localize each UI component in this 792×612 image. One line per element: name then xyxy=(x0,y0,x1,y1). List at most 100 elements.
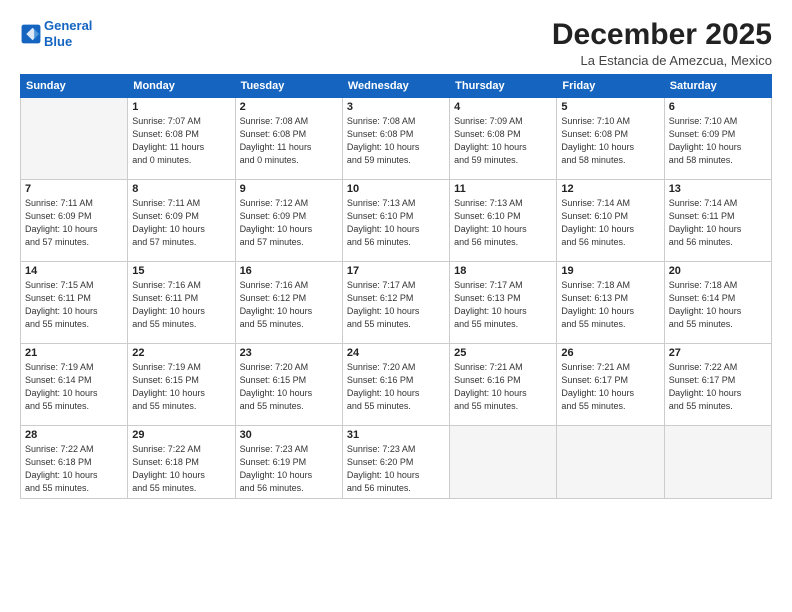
day-number: 8 xyxy=(132,183,230,195)
calendar-cell xyxy=(450,426,557,499)
day-number: 30 xyxy=(240,429,338,441)
day-info: Sunrise: 7:07 AM Sunset: 6:08 PM Dayligh… xyxy=(132,115,230,167)
day-number: 28 xyxy=(25,429,123,441)
week-row-2: 7Sunrise: 7:11 AM Sunset: 6:09 PM Daylig… xyxy=(21,180,772,262)
logo: General Blue xyxy=(20,18,92,49)
week-row-5: 28 Sunrise: 7:22 AM Sunset: 6:18 PM Dayli… xyxy=(21,426,772,499)
logo-line2: Blue xyxy=(44,34,72,49)
day-info: Sunrise: 7:19 AM Sunset: 6:14 PM Dayligh… xyxy=(25,361,123,413)
calendar-cell: 31 Sunrise: 7:23 AM Sunset: 6:20 PM Dayli… xyxy=(342,426,449,499)
day-info: Sunrise: 7:13 AM Sunset: 6:10 PM Dayligh… xyxy=(454,197,552,249)
day-info: Sunrise: 7:16 AM Sunset: 6:11 PM Dayligh… xyxy=(132,279,230,331)
calendar-cell: 12 Sunrise: 7:14 AM Sunset: 6:10 PM Dayli… xyxy=(557,180,664,262)
calendar-cell: 22Sunrise: 7:19 AM Sunset: 6:15 PM Dayli… xyxy=(128,344,235,426)
weekday-header-saturday: Saturday xyxy=(664,75,771,98)
calendar-cell: 29Sunrise: 7:22 AM Sunset: 6:18 PM Dayli… xyxy=(128,426,235,499)
calendar-cell: 14 Sunrise: 7:15 AM Sunset: 6:11 PM Dayli… xyxy=(21,262,128,344)
calendar-cell: 6Sunrise: 7:10 AM Sunset: 6:09 PM Daylig… xyxy=(664,98,771,180)
title-block: December 2025 La Estancia de Amezcua, Me… xyxy=(552,18,772,68)
day-number: 20 xyxy=(669,265,767,277)
day-number: 9 xyxy=(240,183,338,195)
day-info: Sunrise: 7:18 AM Sunset: 6:13 PM Dayligh… xyxy=(561,279,659,331)
calendar-cell: 30Sunrise: 7:23 AM Sunset: 6:19 PM Dayli… xyxy=(235,426,342,499)
calendar-cell: 11 Sunrise: 7:13 AM Sunset: 6:10 PM Dayli… xyxy=(450,180,557,262)
calendar-cell: 21Sunrise: 7:19 AM Sunset: 6:14 PM Dayli… xyxy=(21,344,128,426)
month-title: December 2025 xyxy=(552,18,772,51)
weekday-header-monday: Monday xyxy=(128,75,235,98)
day-number: 3 xyxy=(347,101,445,113)
day-number: 16 xyxy=(240,265,338,277)
calendar-cell: 19Sunrise: 7:18 AM Sunset: 6:13 PM Dayli… xyxy=(557,262,664,344)
day-number: 18 xyxy=(454,265,552,277)
calendar-cell xyxy=(21,98,128,180)
calendar-cell: 20 Sunrise: 7:18 AM Sunset: 6:14 PM Dayli… xyxy=(664,262,771,344)
weekday-header-thursday: Thursday xyxy=(450,75,557,98)
calendar-cell: 18Sunrise: 7:17 AM Sunset: 6:13 PM Dayli… xyxy=(450,262,557,344)
day-info: Sunrise: 7:16 AM Sunset: 6:12 PM Dayligh… xyxy=(240,279,338,331)
day-info: Sunrise: 7:14 AM Sunset: 6:10 PM Dayligh… xyxy=(561,197,659,249)
day-info: Sunrise: 7:21 AM Sunset: 6:16 PM Dayligh… xyxy=(454,361,552,413)
calendar-cell: 17Sunrise: 7:17 AM Sunset: 6:12 PM Dayli… xyxy=(342,262,449,344)
calendar-cell: 5Sunrise: 7:10 AM Sunset: 6:08 PM Daylig… xyxy=(557,98,664,180)
day-info: Sunrise: 7:11 AM Sunset: 6:09 PM Dayligh… xyxy=(25,197,123,249)
day-info: Sunrise: 7:22 AM Sunset: 6:18 PM Dayligh… xyxy=(25,443,123,495)
calendar-cell: 24Sunrise: 7:20 AM Sunset: 6:16 PM Dayli… xyxy=(342,344,449,426)
day-number: 13 xyxy=(669,183,767,195)
calendar-cell: 26 Sunrise: 7:21 AM Sunset: 6:17 PM Dayli… xyxy=(557,344,664,426)
day-number: 27 xyxy=(669,347,767,359)
location-subtitle: La Estancia de Amezcua, Mexico xyxy=(552,53,772,68)
calendar-cell: 25 Sunrise: 7:21 AM Sunset: 6:16 PM Dayli… xyxy=(450,344,557,426)
calendar-cell: 23Sunrise: 7:20 AM Sunset: 6:15 PM Dayli… xyxy=(235,344,342,426)
calendar-cell: 2 Sunrise: 7:08 AM Sunset: 6:08 PM Daylig… xyxy=(235,98,342,180)
week-row-4: 21Sunrise: 7:19 AM Sunset: 6:14 PM Dayli… xyxy=(21,344,772,426)
day-number: 17 xyxy=(347,265,445,277)
calendar-cell: 4 Sunrise: 7:09 AM Sunset: 6:08 PM Daylig… xyxy=(450,98,557,180)
day-number: 6 xyxy=(669,101,767,113)
day-number: 31 xyxy=(347,429,445,441)
day-number: 2 xyxy=(240,101,338,113)
day-info: Sunrise: 7:08 AM Sunset: 6:08 PM Dayligh… xyxy=(347,115,445,167)
logo-icon xyxy=(20,23,42,45)
weekday-header-friday: Friday xyxy=(557,75,664,98)
calendar-cell: 10 Sunrise: 7:13 AM Sunset: 6:10 PM Dayli… xyxy=(342,180,449,262)
day-number: 25 xyxy=(454,347,552,359)
day-info: Sunrise: 7:10 AM Sunset: 6:08 PM Dayligh… xyxy=(561,115,659,167)
week-row-1: 1Sunrise: 7:07 AM Sunset: 6:08 PM Daylig… xyxy=(21,98,772,180)
header: General Blue December 2025 La Estancia d… xyxy=(20,18,772,68)
calendar-cell xyxy=(664,426,771,499)
day-number: 4 xyxy=(454,101,552,113)
day-info: Sunrise: 7:09 AM Sunset: 6:08 PM Dayligh… xyxy=(454,115,552,167)
day-number: 29 xyxy=(132,429,230,441)
day-number: 26 xyxy=(561,347,659,359)
calendar-cell: 13 Sunrise: 7:14 AM Sunset: 6:11 PM Dayli… xyxy=(664,180,771,262)
day-info: Sunrise: 7:14 AM Sunset: 6:11 PM Dayligh… xyxy=(669,197,767,249)
calendar-cell: 8 Sunrise: 7:11 AM Sunset: 6:09 PM Daylig… xyxy=(128,180,235,262)
day-info: Sunrise: 7:15 AM Sunset: 6:11 PM Dayligh… xyxy=(25,279,123,331)
day-info: Sunrise: 7:13 AM Sunset: 6:10 PM Dayligh… xyxy=(347,197,445,249)
day-number: 11 xyxy=(454,183,552,195)
day-number: 12 xyxy=(561,183,659,195)
day-number: 22 xyxy=(132,347,230,359)
calendar-cell: 27 Sunrise: 7:22 AM Sunset: 6:17 PM Dayli… xyxy=(664,344,771,426)
logo-text: General Blue xyxy=(44,18,92,49)
day-number: 23 xyxy=(240,347,338,359)
day-info: Sunrise: 7:21 AM Sunset: 6:17 PM Dayligh… xyxy=(561,361,659,413)
calendar-cell: 16 Sunrise: 7:16 AM Sunset: 6:12 PM Dayli… xyxy=(235,262,342,344)
calendar-cell: 9 Sunrise: 7:12 AM Sunset: 6:09 PM Daylig… xyxy=(235,180,342,262)
day-info: Sunrise: 7:12 AM Sunset: 6:09 PM Dayligh… xyxy=(240,197,338,249)
calendar-table: SundayMondayTuesdayWednesdayThursdayFrid… xyxy=(20,74,772,499)
calendar-cell: 7Sunrise: 7:11 AM Sunset: 6:09 PM Daylig… xyxy=(21,180,128,262)
day-info: Sunrise: 7:22 AM Sunset: 6:17 PM Dayligh… xyxy=(669,361,767,413)
calendar-cell: 3 Sunrise: 7:08 AM Sunset: 6:08 PM Daylig… xyxy=(342,98,449,180)
day-number: 14 xyxy=(25,265,123,277)
day-info: Sunrise: 7:23 AM Sunset: 6:20 PM Dayligh… xyxy=(347,443,445,495)
day-info: Sunrise: 7:20 AM Sunset: 6:16 PM Dayligh… xyxy=(347,361,445,413)
day-info: Sunrise: 7:08 AM Sunset: 6:08 PM Dayligh… xyxy=(240,115,338,167)
day-info: Sunrise: 7:11 AM Sunset: 6:09 PM Dayligh… xyxy=(132,197,230,249)
day-number: 10 xyxy=(347,183,445,195)
weekday-header-wednesday: Wednesday xyxy=(342,75,449,98)
day-info: Sunrise: 7:18 AM Sunset: 6:14 PM Dayligh… xyxy=(669,279,767,331)
week-row-3: 14 Sunrise: 7:15 AM Sunset: 6:11 PM Dayli… xyxy=(21,262,772,344)
page: General Blue December 2025 La Estancia d… xyxy=(0,0,792,612)
logo-line1: General xyxy=(44,18,92,33)
